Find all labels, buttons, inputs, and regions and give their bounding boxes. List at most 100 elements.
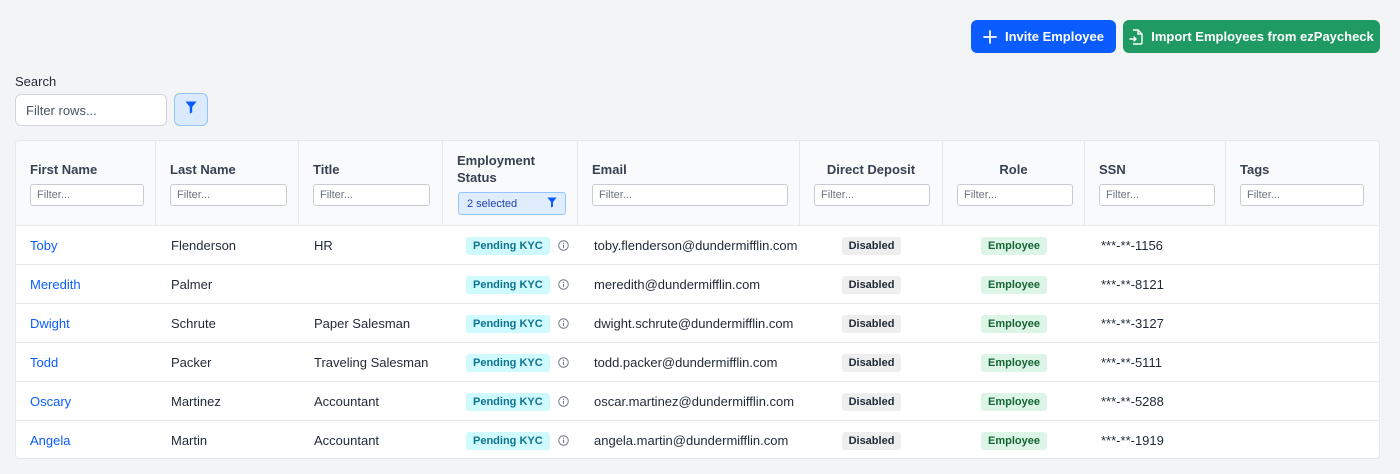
email-cell: dwight.schrute@dundermifflin.com	[594, 316, 794, 331]
info-circle-icon[interactable]	[557, 318, 569, 329]
deposit-badge: Disabled	[841, 353, 902, 372]
column-header[interactable]: Role	[943, 162, 1084, 177]
deposit-badge: Disabled	[841, 431, 902, 450]
table-row[interactable]: Meredith Palmer Pending KYC meredith@dun…	[16, 265, 1379, 304]
first-name-link[interactable]: Angela	[30, 433, 70, 448]
search-label: Search	[15, 74, 57, 89]
last-name-cell: Packer	[171, 355, 212, 370]
role-badge: Employee	[981, 353, 1047, 372]
invite-employee-button[interactable]: Invite Employee	[971, 20, 1116, 53]
status-cell: Pending KYC	[466, 226, 569, 265]
status-filter-value: 2 selected	[467, 197, 518, 210]
funnel-icon	[185, 101, 197, 119]
deposit-badge: Disabled	[841, 392, 902, 411]
column-header[interactable]: Title	[313, 162, 340, 177]
column-header[interactable]: SSN	[1099, 162, 1126, 177]
column-filter-input[interactable]	[170, 184, 287, 206]
status-badge: Pending KYC	[466, 236, 550, 255]
column-filter-input[interactable]	[1099, 184, 1215, 206]
column-email: Email	[578, 141, 800, 226]
role-cell: Employee	[943, 226, 1085, 265]
table-header: First Name Last Name Title Employment St…	[16, 141, 1379, 226]
direct-deposit-cell: Disabled	[800, 304, 943, 343]
column-header[interactable]: Direct Deposit	[800, 162, 942, 177]
last-name-cell: Schrute	[171, 316, 216, 331]
role-badge: Employee	[981, 236, 1047, 255]
status-badge: Pending KYC	[466, 392, 550, 411]
info-circle-icon[interactable]	[557, 435, 569, 446]
role-badge: Employee	[981, 431, 1047, 450]
email-cell: toby.flenderson@dundermifflin.com	[594, 238, 798, 253]
first-name-link[interactable]: Meredith	[30, 277, 81, 292]
column-ssn: SSN	[1085, 141, 1226, 226]
first-name-cell: Meredith	[30, 265, 81, 304]
first-name-cell: Dwight	[30, 304, 70, 343]
role-cell: Employee	[943, 343, 1085, 382]
plus-icon	[983, 29, 997, 44]
status-cell: Pending KYC	[466, 343, 569, 382]
status-filter-select[interactable]: 2 selected	[458, 192, 566, 215]
column-header[interactable]: First Name	[30, 162, 97, 177]
role-badge: Employee	[981, 275, 1047, 294]
email-cell: oscar.martinez@dundermifflin.com	[594, 394, 795, 409]
role-cell: Employee	[943, 265, 1085, 304]
direct-deposit-cell: Disabled	[800, 343, 943, 382]
column-header[interactable]: Email	[592, 162, 627, 177]
role-cell: Employee	[943, 304, 1085, 343]
invite-employee-label: Invite Employee	[1005, 29, 1104, 44]
import-employees-button[interactable]: Import Employees from ezPaycheck	[1123, 20, 1380, 53]
import-employees-label: Import Employees from ezPaycheck	[1151, 29, 1374, 44]
deposit-badge: Disabled	[841, 236, 902, 255]
ssn-cell: ***-**-1919	[1101, 433, 1164, 448]
direct-deposit-cell: Disabled	[800, 421, 943, 458]
first-name-link[interactable]: Toby	[30, 238, 57, 253]
role-badge: Employee	[981, 392, 1047, 411]
column-header[interactable]: Last Name	[170, 162, 236, 177]
info-circle-icon[interactable]	[557, 240, 569, 251]
status-cell: Pending KYC	[466, 304, 569, 343]
ssn-cell: ***-**-1156	[1101, 238, 1163, 253]
first-name-link[interactable]: Dwight	[30, 316, 70, 331]
status-badge: Pending KYC	[466, 275, 550, 294]
employees-table: First Name Last Name Title Employment St…	[15, 140, 1380, 459]
first-name-cell: Oscary	[30, 382, 71, 421]
status-badge: Pending KYC	[466, 314, 550, 333]
table-row[interactable]: Todd Packer Traveling Salesman Pending K…	[16, 343, 1379, 382]
first-name-link[interactable]: Todd	[30, 355, 58, 370]
title-cell: HR	[314, 238, 333, 253]
info-circle-icon[interactable]	[557, 357, 569, 368]
ssn-cell: ***-**-3127	[1101, 316, 1164, 331]
first-name-cell: Toby	[30, 226, 57, 265]
table-row[interactable]: Toby Flenderson HR Pending KYC toby.flen…	[16, 226, 1379, 265]
first-name-cell: Angela	[30, 421, 70, 458]
email-cell: angela.martin@dundermifflin.com	[594, 433, 789, 448]
ssn-cell: ***-**-8121	[1101, 277, 1164, 292]
column-filter-input[interactable]	[814, 184, 930, 206]
column-filter-input[interactable]	[957, 184, 1073, 206]
column-header[interactable]: Tags	[1240, 162, 1269, 177]
info-circle-icon[interactable]	[557, 279, 569, 290]
column-tags: Tags	[1226, 141, 1379, 226]
column-filter-input[interactable]	[1240, 184, 1364, 206]
table-row[interactable]: Angela Martin Accountant Pending KYC ang…	[16, 421, 1379, 458]
column-filter-input[interactable]	[592, 184, 788, 206]
column-filter-input[interactable]	[30, 184, 144, 206]
first-name-link[interactable]: Oscary	[30, 394, 71, 409]
info-circle-icon[interactable]	[557, 396, 569, 407]
column-employment-status: Employment Status 2 selected	[443, 141, 578, 226]
column-filter-input[interactable]	[313, 184, 430, 206]
role-cell: Employee	[943, 421, 1085, 458]
deposit-badge: Disabled	[841, 275, 902, 294]
column-header[interactable]: Employment Status	[457, 152, 547, 186]
table-row[interactable]: Dwight Schrute Paper Salesman Pending KY…	[16, 304, 1379, 343]
status-badge: Pending KYC	[466, 431, 550, 450]
search-input[interactable]	[15, 94, 167, 126]
ssn-cell: ***-**-5288	[1101, 394, 1164, 409]
funnel-icon	[547, 197, 557, 211]
first-name-cell: Todd	[30, 343, 58, 382]
last-name-cell: Martin	[171, 433, 208, 448]
role-badge: Employee	[981, 314, 1047, 333]
role-cell: Employee	[943, 382, 1085, 421]
table-row[interactable]: Oscary Martinez Accountant Pending KYC o…	[16, 382, 1379, 421]
filter-button[interactable]	[174, 93, 208, 126]
